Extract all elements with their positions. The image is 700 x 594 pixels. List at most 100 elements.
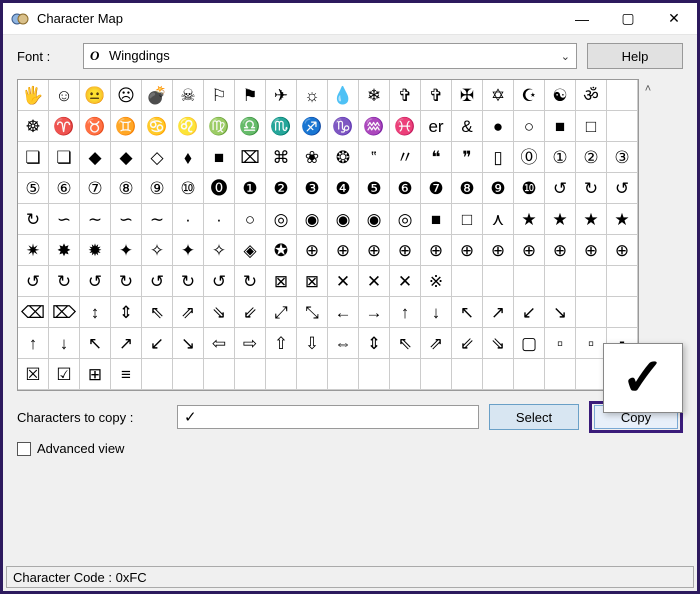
character-cell[interactable]: ⊕ xyxy=(514,235,545,266)
character-cell[interactable]: ❾ xyxy=(483,173,514,204)
character-cell[interactable]: ✸ xyxy=(49,235,80,266)
character-cell[interactable]: ① xyxy=(545,142,576,173)
character-cell[interactable]: ⓿ xyxy=(204,173,235,204)
character-cell[interactable]: ↗ xyxy=(111,328,142,359)
character-cell[interactable]: ❸ xyxy=(297,173,328,204)
character-cell[interactable]: ❄ xyxy=(359,80,390,111)
character-cell[interactable]: ✠ xyxy=(452,80,483,111)
character-cell[interactable]: 〃 xyxy=(390,142,421,173)
character-cell[interactable]: ♏ xyxy=(266,111,297,142)
character-cell[interactable]: ✞ xyxy=(421,80,452,111)
character-cell[interactable]: ❽ xyxy=(452,173,483,204)
character-cell[interactable]: ◇ xyxy=(142,142,173,173)
character-cell[interactable]: ↙ xyxy=(142,328,173,359)
character-cell[interactable]: ✦ xyxy=(173,235,204,266)
character-cell[interactable]: ♍ xyxy=(204,111,235,142)
character-cell[interactable]: ∼ xyxy=(80,204,111,235)
character-cell[interactable]: ❀ xyxy=(297,142,328,173)
character-cell[interactable]: ✹ xyxy=(80,235,111,266)
character-cell[interactable] xyxy=(452,266,483,297)
character-cell[interactable]: ∽ xyxy=(111,204,142,235)
character-cell[interactable]: ■ xyxy=(545,111,576,142)
character-cell[interactable] xyxy=(483,266,514,297)
character-cell[interactable]: ◆ xyxy=(111,142,142,173)
character-cell[interactable]: ☑ xyxy=(49,359,80,390)
character-cell[interactable]: ⑥ xyxy=(49,173,80,204)
character-cell[interactable]: ↗ xyxy=(483,297,514,328)
character-cell[interactable]: ♈ xyxy=(49,111,80,142)
character-cell[interactable] xyxy=(421,359,452,390)
character-cell[interactable]: ◆ xyxy=(80,142,111,173)
character-cell[interactable]: ☹ xyxy=(111,80,142,111)
character-cell[interactable]: → xyxy=(359,297,390,328)
character-cell[interactable]: ★ xyxy=(514,204,545,235)
character-grid[interactable]: 🖐☺😐☹💣☠⚐⚑✈☼💧❄✞✞✠✡☪☯ॐ☸♈♉♊♋♌♍♎♏♐♑♒♓er&●○■□❏… xyxy=(17,79,639,391)
character-cell[interactable]: ⚐ xyxy=(204,80,235,111)
character-cell[interactable]: ✕ xyxy=(328,266,359,297)
character-cell[interactable]: ↻ xyxy=(173,266,204,297)
character-cell[interactable]: ☼ xyxy=(297,80,328,111)
character-cell[interactable]: ↺ xyxy=(607,173,638,204)
character-cell[interactable]: ✕ xyxy=(390,266,421,297)
character-cell[interactable]: ⊕ xyxy=(328,235,359,266)
character-cell[interactable]: ⤢ xyxy=(266,297,297,328)
character-cell[interactable]: ⇙ xyxy=(452,328,483,359)
character-cell[interactable]: ≡ xyxy=(111,359,142,390)
character-cell[interactable]: ⊕ xyxy=(545,235,576,266)
character-cell[interactable]: ☒ xyxy=(18,359,49,390)
character-cell[interactable]: ॐ xyxy=(576,80,607,111)
character-cell[interactable]: ↘ xyxy=(173,328,204,359)
copy-input[interactable]: ✓ xyxy=(177,405,479,429)
character-cell[interactable]: ★ xyxy=(607,204,638,235)
select-button[interactable]: Select xyxy=(489,404,579,430)
character-cell[interactable]: ② xyxy=(576,142,607,173)
character-cell[interactable]: ⚑ xyxy=(235,80,266,111)
character-cell[interactable]: ⓪ xyxy=(514,142,545,173)
character-cell[interactable]: er xyxy=(421,111,452,142)
character-cell[interactable] xyxy=(514,266,545,297)
character-cell[interactable]: ❷ xyxy=(266,173,297,204)
character-cell[interactable]: □ xyxy=(452,204,483,235)
character-cell[interactable]: ⊕ xyxy=(607,235,638,266)
character-cell[interactable]: ∽ xyxy=(49,204,80,235)
character-cell[interactable]: ↻ xyxy=(576,173,607,204)
character-cell[interactable]: ♐ xyxy=(297,111,328,142)
character-cell[interactable] xyxy=(173,359,204,390)
character-cell[interactable]: ☺ xyxy=(49,80,80,111)
character-cell[interactable]: ☯ xyxy=(545,80,576,111)
character-cell[interactable] xyxy=(545,266,576,297)
character-cell[interactable]: ⊞ xyxy=(80,359,111,390)
character-cell[interactable] xyxy=(235,359,266,390)
character-cell[interactable]: ↺ xyxy=(80,266,111,297)
character-cell[interactable]: ▢ xyxy=(514,328,545,359)
character-cell[interactable]: ♋ xyxy=(142,111,173,142)
character-cell[interactable]: ⋏ xyxy=(483,204,514,235)
character-cell[interactable]: ☠ xyxy=(173,80,204,111)
character-cell[interactable] xyxy=(607,80,638,111)
character-cell[interactable]: ⇕ xyxy=(359,328,390,359)
character-cell[interactable]: ⇔ xyxy=(328,328,359,359)
character-cell[interactable]: ⇧ xyxy=(266,328,297,359)
character-cell[interactable] xyxy=(576,297,607,328)
character-cell[interactable]: ⑦ xyxy=(80,173,111,204)
character-cell[interactable] xyxy=(607,297,638,328)
character-cell[interactable] xyxy=(328,359,359,390)
character-cell[interactable]: ⇗ xyxy=(173,297,204,328)
character-cell[interactable]: 🖐 xyxy=(18,80,49,111)
character-cell[interactable] xyxy=(297,359,328,390)
character-cell[interactable]: ❹ xyxy=(328,173,359,204)
advanced-view-checkbox[interactable] xyxy=(17,442,31,456)
character-cell[interactable]: ⊕ xyxy=(390,235,421,266)
character-cell[interactable]: ⑧ xyxy=(111,173,142,204)
help-button[interactable]: Help xyxy=(587,43,683,69)
character-cell[interactable] xyxy=(452,359,483,390)
character-cell[interactable]: ↺ xyxy=(18,266,49,297)
character-cell[interactable]: ⌘ xyxy=(266,142,297,173)
character-cell[interactable]: ◉ xyxy=(297,204,328,235)
character-cell[interactable]: ⊕ xyxy=(359,235,390,266)
character-cell[interactable]: ✕ xyxy=(359,266,390,297)
character-cell[interactable]: ■ xyxy=(421,204,452,235)
character-cell[interactable]: ❞ xyxy=(452,142,483,173)
character-cell[interactable]: ❏ xyxy=(18,142,49,173)
character-cell[interactable]: ⇖ xyxy=(142,297,173,328)
